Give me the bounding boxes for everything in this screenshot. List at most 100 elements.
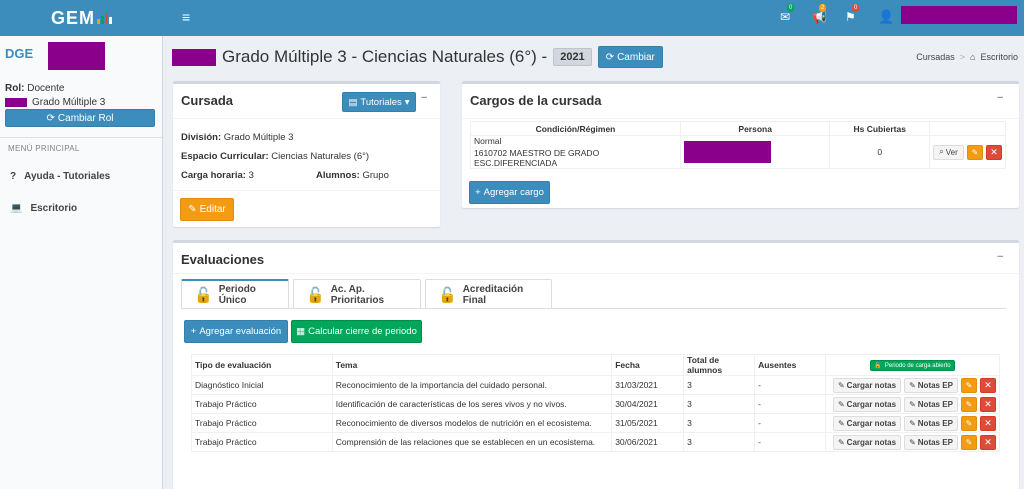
collapse-icon[interactable]: − (997, 251, 1003, 263)
edit-icon: ✎ (965, 399, 973, 409)
editar-button[interactable]: ✎ Editar (180, 198, 234, 221)
evaluation-tabs: 🔓 Periodo Único 🔓 Ac. Ap. Prioritarios 🔓… (181, 279, 552, 309)
user-icon[interactable]: 👤 (878, 9, 894, 25)
evaluaciones-table: Tipo de evaluación Tema Fecha Total de a… (191, 354, 1001, 452)
delete-cargo-button[interactable]: ✕ (986, 144, 1002, 160)
close-icon: ✕ (984, 379, 992, 390)
edit-evaluacion-button[interactable]: ✎ (961, 377, 977, 393)
table-row: Trabajo Práctico Identificación de carac… (191, 394, 1001, 414)
announcements-count-badge: 2 (819, 4, 827, 12)
edit-cargo-button[interactable]: ✎ (967, 144, 983, 160)
flag-icon[interactable]: ⚑ 0 (845, 4, 860, 24)
cursada-title: Cursada (181, 93, 234, 108)
menu-toggle-icon[interactable]: ≡ (182, 9, 190, 25)
refresh-icon: ⟳ (46, 112, 55, 124)
agregar-evaluacion-button[interactable]: + Agregar evaluación (184, 320, 288, 343)
redaction-block (172, 48, 216, 66)
close-icon: ✕ (990, 146, 998, 157)
delete-evaluacion-button[interactable]: ✕ (980, 396, 996, 412)
sidebar: DGE Rol: Docente Grado Múltiple 3 ⟳ Camb… (0, 36, 163, 489)
sidebar-item-ayuda[interactable]: ? Ayuda - Tutoriales (10, 171, 110, 182)
cargos-title: Cargos de la cursada (470, 93, 602, 108)
edit-icon: ✎ (965, 380, 973, 390)
user-avatar-redacted (48, 42, 105, 70)
breadcrumb: Cursadas > ⌂ Escritorio (916, 52, 1018, 62)
edit-icon: ✎ (965, 437, 973, 447)
espacio-field: Espacio Curricular: Ciencias Naturales (… (181, 151, 370, 162)
bullhorn-icon[interactable]: 📢 2 (812, 4, 827, 24)
periodo-abierto-badge: 🔓 Periodo de carga abierto (870, 360, 955, 371)
table-row: Trabajo Práctico Comprensión de las rela… (191, 432, 1001, 452)
table-row: Diagnóstico Inicial Reconocimiento de la… (191, 375, 1001, 395)
question-icon: ? (10, 171, 17, 182)
agregar-cargo-button[interactable]: + Agregar cargo (469, 181, 550, 204)
home-icon: ⌂ (970, 52, 976, 62)
sidebar-item-escritorio[interactable]: 💻 Escritorio (10, 203, 77, 214)
tab-acreditacion-final[interactable]: 🔓 Acreditación Final (425, 279, 552, 309)
tab-ac-ap-prioritarios[interactable]: 🔓 Ac. Ap. Prioritarios (293, 279, 421, 309)
unlock-icon: 🔓 (306, 286, 325, 304)
cargos-table: Condición/Régimen Persona Hs Cubiertas N… (470, 121, 1007, 169)
breadcrumb-cursadas[interactable]: Cursadas (916, 52, 955, 62)
tab-periodo-unico[interactable]: 🔓 Periodo Único (181, 279, 289, 309)
tutoriales-button[interactable]: ▤ Tutoriales ▾ (342, 92, 416, 112)
menu-header: MENÚ PRINCIPAL (8, 144, 80, 153)
edit-evaluacion-button[interactable]: ✎ (961, 434, 977, 450)
redaction-block (5, 98, 27, 107)
close-icon: ✕ (984, 417, 992, 428)
envelope-icon[interactable]: ✉ 0 (780, 4, 795, 24)
close-icon: ✕ (984, 398, 992, 409)
page-title: Grado Múltiple 3 - Ciencias Naturales (6… (172, 46, 663, 68)
evaluaciones-title: Evaluaciones (181, 252, 265, 267)
pencil-icon: ✎ (837, 399, 845, 409)
laptop-icon: 💻 (10, 203, 23, 214)
refresh-icon: ⟳ (605, 51, 615, 63)
delete-evaluacion-button[interactable]: ✕ (980, 415, 996, 431)
gem-logo[interactable]: GEM (0, 0, 163, 36)
collapse-icon[interactable]: − (997, 92, 1003, 104)
unlock-icon: 🔓 (438, 286, 457, 304)
unlock-icon: 🔓 (194, 287, 213, 304)
book-icon: ▤ (348, 96, 358, 108)
cambiar-rol-button[interactable]: ⟳ Cambiar Rol (5, 109, 155, 127)
user-name-redacted[interactable] (901, 6, 1017, 24)
edit-evaluacion-button[interactable]: ✎ (961, 396, 977, 412)
cargar-notas-button[interactable]: ✎ Cargar notas (833, 396, 901, 412)
edit-evaluacion-button[interactable]: ✎ (961, 415, 977, 431)
cargar-notas-button[interactable]: ✎ Cargar notas (833, 377, 901, 393)
edit-icon: ✎ (965, 418, 973, 428)
collapse-icon[interactable]: − (421, 92, 427, 104)
cambiar-button[interactable]: ⟳ Cambiar (597, 46, 663, 68)
dge-logo: DGE (5, 46, 34, 61)
unlock-icon: 🔓 (874, 363, 882, 369)
logo-bars-icon (97, 12, 112, 24)
division-field: División: Grado Múltiple 3 (181, 132, 294, 143)
flags-count-badge: 0 (852, 4, 860, 12)
year-badge: 2021 (553, 48, 592, 66)
notas-ep-button[interactable]: ✎ Notas EP (904, 415, 958, 431)
notas-ep-button[interactable]: ✎ Notas EP (904, 377, 958, 393)
calculator-icon: ▦ (296, 326, 306, 337)
pencil-icon: ✎ (837, 380, 845, 390)
delete-evaluacion-button[interactable]: ✕ (980, 377, 996, 393)
alumnos-field: Alumnos: Grupo (316, 170, 389, 181)
edit-icon: ✎ (971, 147, 979, 157)
cargar-notas-button[interactable]: ✎ Cargar notas (833, 415, 901, 431)
rol-info: Rol: Docente (5, 83, 65, 94)
top-navbar: GEM ≡ ✉ 0 📢 2 ⚑ 0 👤 (0, 0, 1024, 36)
column-header: Condición/Régimen (470, 121, 681, 136)
ver-button[interactable]: ⌕ Ver (933, 144, 964, 160)
notas-ep-button[interactable]: ✎ Notas EP (904, 434, 958, 450)
pencil-icon: ✎ (909, 380, 916, 390)
column-header: Fecha (611, 354, 685, 376)
cargos-box: Cargos de la cursada − Condición/Régimen… (462, 81, 1019, 208)
breadcrumb-escritorio[interactable]: Escritorio (980, 52, 1018, 62)
logo-text: GEM (50, 7, 95, 28)
carga-field: Carga horaria: 3 (181, 170, 254, 181)
sidebar-divider (0, 137, 162, 138)
pencil-icon: ✎ (909, 399, 916, 409)
cargar-notas-button[interactable]: ✎ Cargar notas (833, 434, 901, 450)
delete-evaluacion-button[interactable]: ✕ (980, 434, 996, 450)
notas-ep-button[interactable]: ✎ Notas EP (904, 396, 958, 412)
calcular-cierre-button[interactable]: ▦ Calcular cierre de periodo (291, 320, 422, 343)
